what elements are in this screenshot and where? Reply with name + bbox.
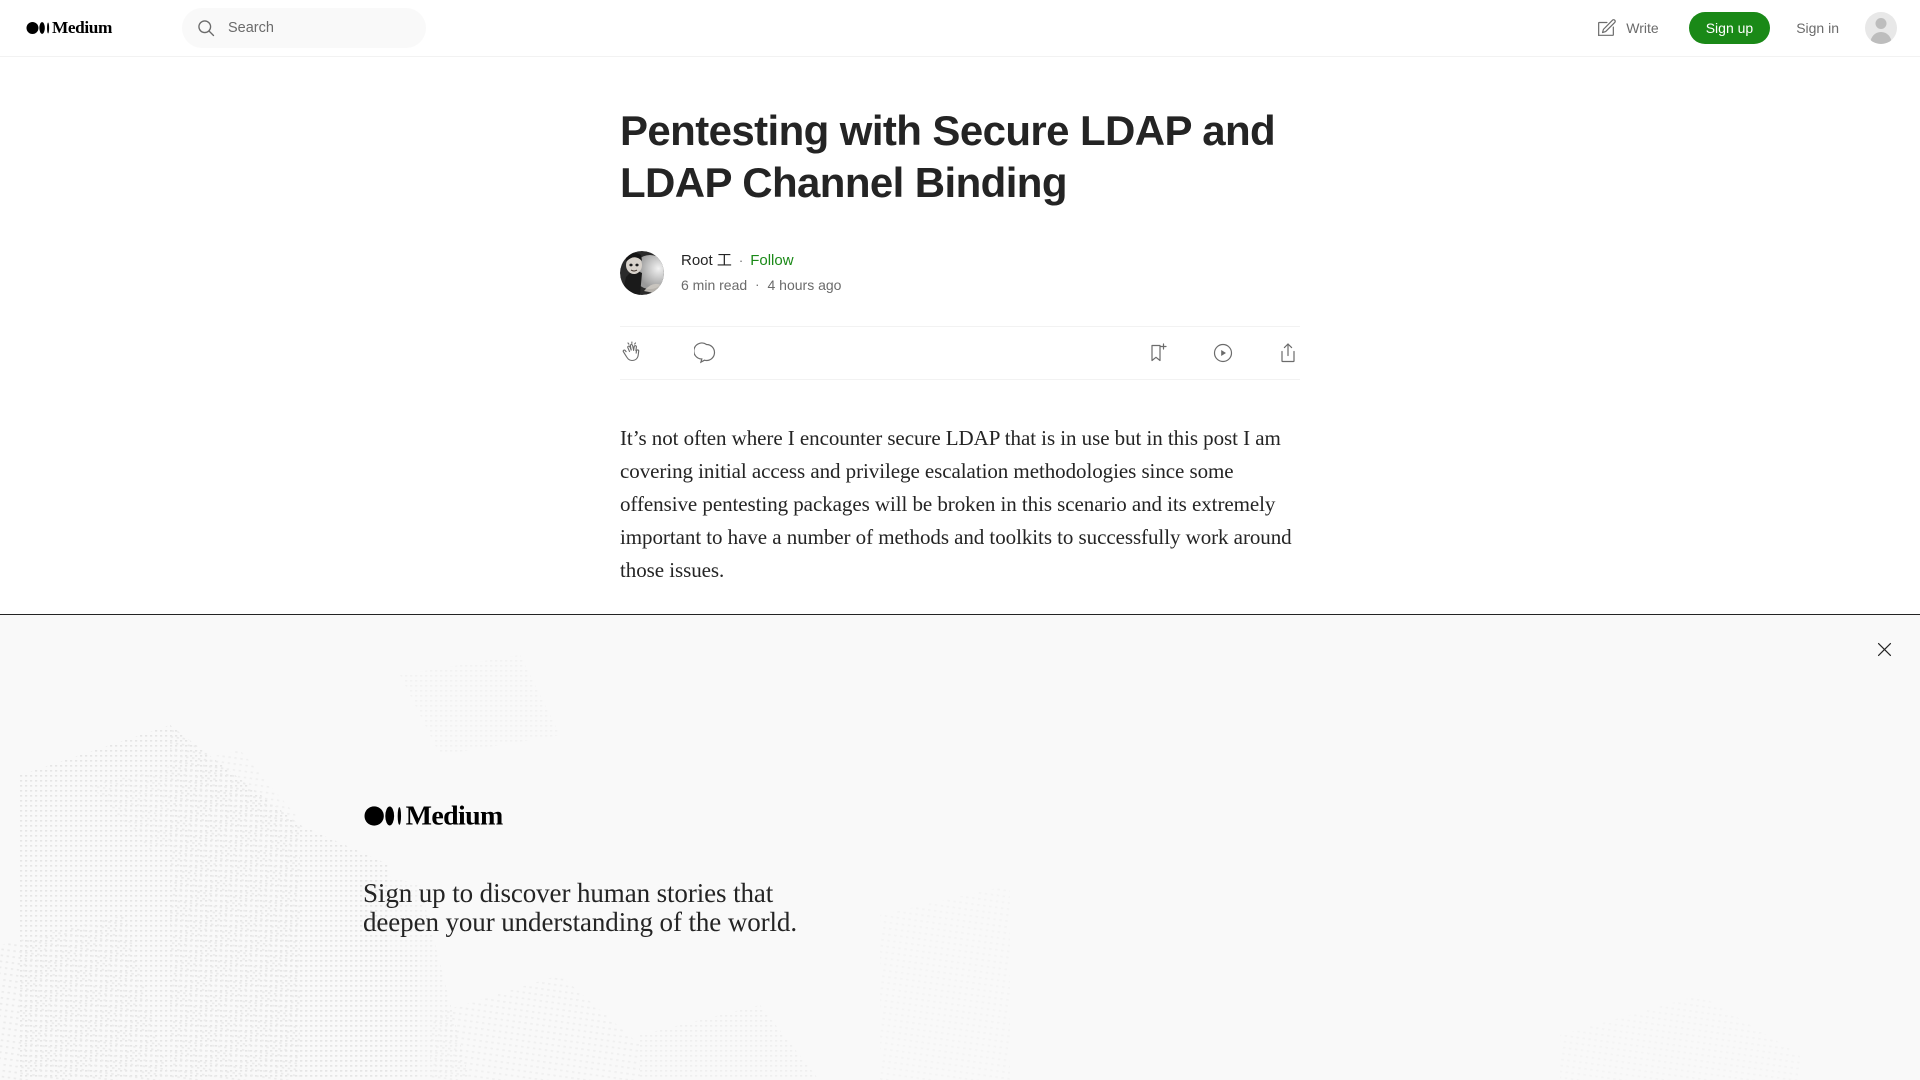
listen-button[interactable] bbox=[1211, 341, 1235, 365]
clap-icon bbox=[622, 341, 640, 362]
byline-separator: · bbox=[738, 253, 744, 268]
search-input[interactable] bbox=[228, 20, 398, 36]
svg-text:Medium: Medium bbox=[406, 800, 503, 831]
author-avatar[interactable] bbox=[620, 251, 664, 295]
close-icon bbox=[1877, 642, 1891, 656]
search-box[interactable] bbox=[182, 8, 426, 48]
article-byline: Root 工 · Follow 6 min read · 4 hours ago bbox=[620, 251, 1300, 295]
play-circle-icon bbox=[1213, 343, 1233, 363]
byline-separator-2: · bbox=[755, 277, 760, 292]
published-time: 4 hours ago bbox=[767, 277, 842, 293]
signup-banner: Medium Sign up to discover human stories… bbox=[0, 614, 1920, 1080]
bookmark-button[interactable] bbox=[1146, 341, 1170, 365]
site-header: Medium Write Sign up Sign in bbox=[0, 0, 1920, 57]
clap-button[interactable] bbox=[620, 341, 644, 365]
banner-tagline: Sign up to discover human stories that d… bbox=[363, 878, 797, 937]
header-actions: Write Sign up Sign in bbox=[1591, 11, 1897, 45]
share-button[interactable] bbox=[1276, 341, 1300, 365]
svg-text:Medium: Medium bbox=[52, 18, 113, 37]
user-avatar-button[interactable] bbox=[1865, 12, 1897, 44]
comment-button[interactable] bbox=[694, 341, 718, 365]
banner-left-column: Medium Sign up to discover human stories… bbox=[363, 795, 803, 936]
comment-bubble-icon bbox=[694, 342, 716, 364]
write-label: Write bbox=[1626, 20, 1659, 36]
signin-link[interactable]: Sign in bbox=[1796, 20, 1839, 36]
author-name[interactable]: Root 工 bbox=[681, 251, 732, 271]
banner-content: Medium Sign up to discover human stories… bbox=[0, 615, 1920, 1080]
close-banner-button[interactable] bbox=[1866, 631, 1902, 667]
bookmark-add-icon bbox=[1151, 343, 1167, 362]
search-icon bbox=[198, 20, 215, 37]
medium-wordmark-icon: Medium bbox=[26, 18, 113, 37]
write-pencil-icon bbox=[1598, 19, 1617, 36]
article-body-paragraph: It’s not often where I encounter secure … bbox=[620, 426, 1292, 582]
article-container: Pentesting with Secure LDAP and LDAP Cha… bbox=[0, 57, 1920, 587]
article-action-bar bbox=[620, 326, 1300, 380]
write-button[interactable]: Write bbox=[1591, 11, 1662, 45]
action-bar-left bbox=[620, 341, 718, 365]
byline-text: Root 工 · Follow 6 min read · 4 hours ago bbox=[681, 251, 841, 295]
action-bar-right bbox=[1146, 341, 1300, 365]
follow-button[interactable]: Follow bbox=[750, 251, 793, 271]
read-time: 6 min read bbox=[681, 277, 748, 293]
article-title: Pentesting with Secure LDAP and LDAP Cha… bbox=[620, 107, 1276, 206]
medium-logo-home-link[interactable]: Medium bbox=[25, 0, 158, 56]
signup-button[interactable]: Sign up bbox=[1688, 12, 1771, 44]
medium-wordmark-icon: Medium bbox=[364, 800, 504, 831]
author-avatar-image bbox=[620, 251, 664, 295]
share-icon bbox=[1281, 343, 1295, 363]
